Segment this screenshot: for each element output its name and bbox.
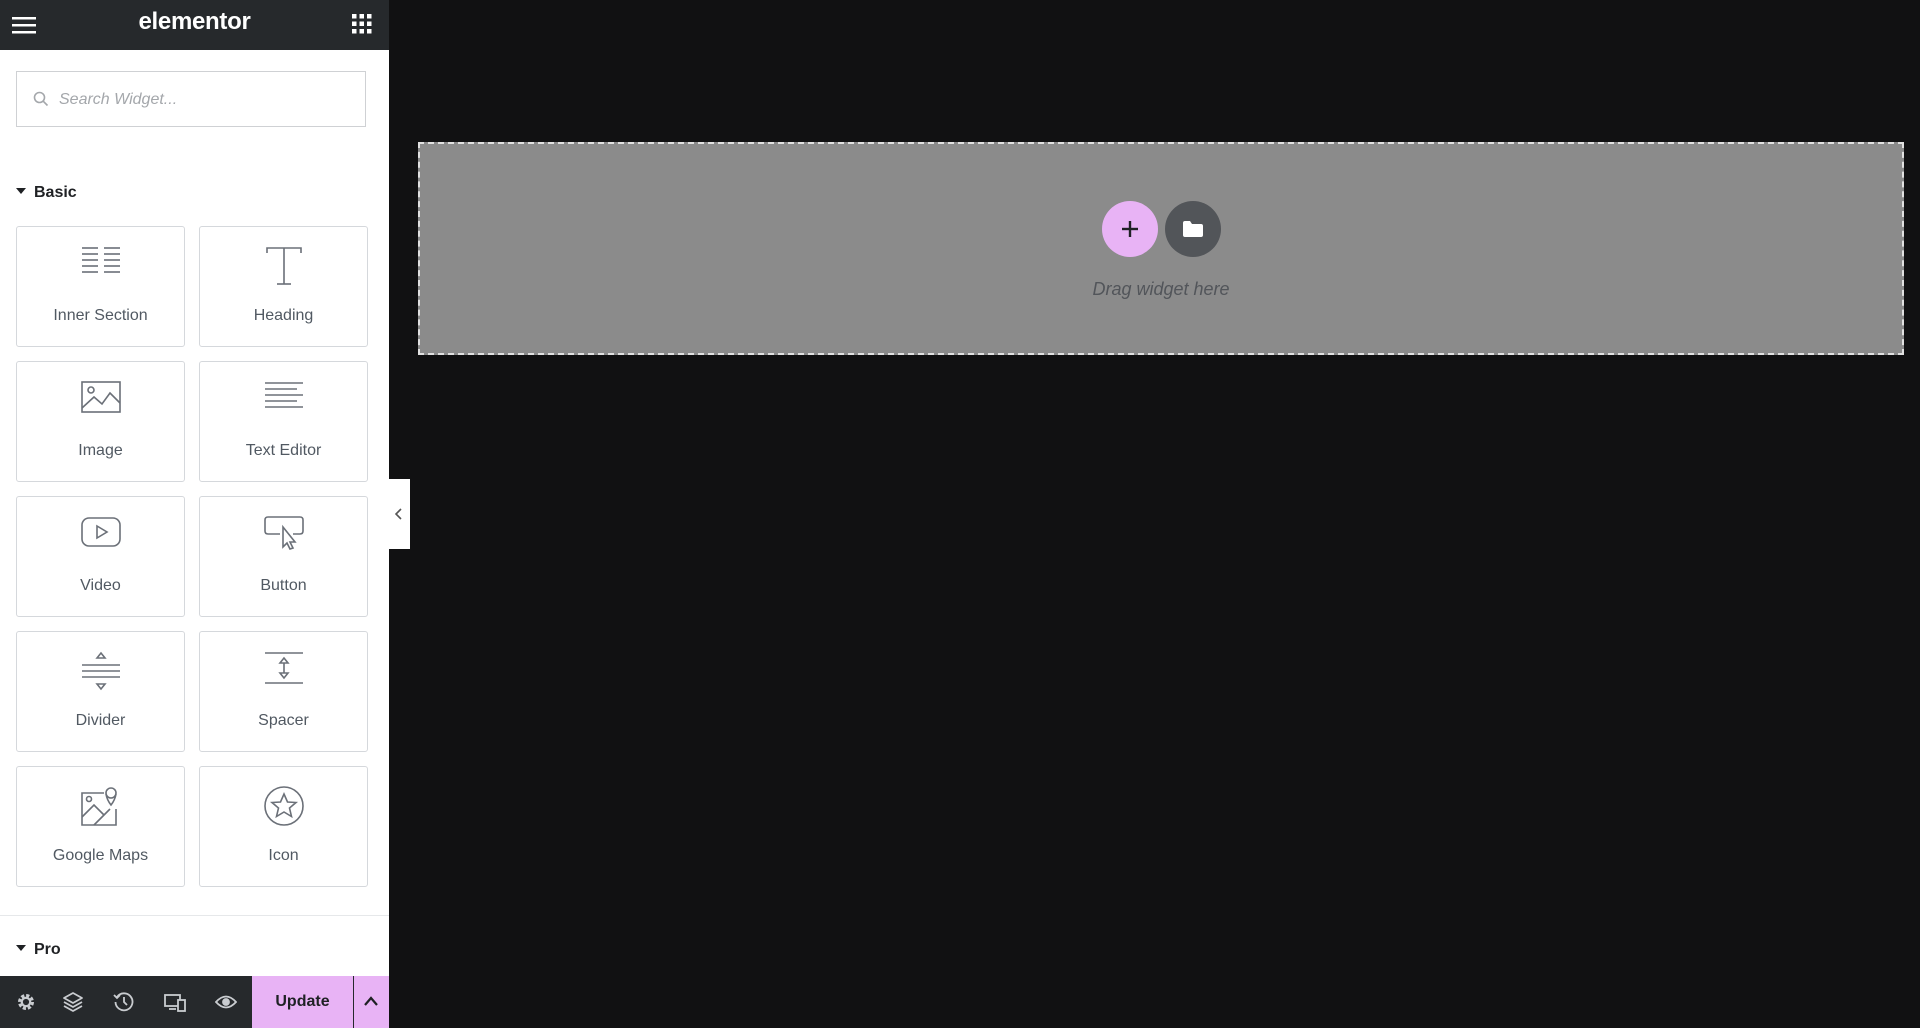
widget-heading[interactable]: Heading: [199, 226, 368, 347]
plus-icon: [1122, 221, 1138, 237]
update-button[interactable]: Update: [252, 976, 353, 1028]
category-basic-toggle[interactable]: Basic: [16, 184, 77, 202]
empty-section-dropzone[interactable]: Drag widget here: [418, 142, 1904, 355]
search-icon: [33, 91, 49, 107]
widgets-grid-icon[interactable]: [351, 13, 373, 35]
widget-video[interactable]: Video: [16, 496, 185, 617]
add-section-button[interactable]: [1102, 201, 1158, 257]
caret-down-icon: [16, 944, 26, 951]
widget-label: Heading: [253, 307, 314, 324]
panel-footer: Update: [0, 976, 389, 1028]
folder-icon: [1183, 221, 1203, 237]
widget-label: Button: [260, 577, 307, 594]
drop-hint-text: Drag widget here: [1092, 279, 1230, 299]
widget-label: Icon: [268, 847, 299, 864]
google-maps-icon: [17, 785, 184, 831]
layers-icon[interactable]: [47, 976, 98, 1028]
widget-label: Image: [78, 442, 123, 459]
spacer-icon: [200, 650, 367, 696]
widget-image[interactable]: Image: [16, 361, 185, 482]
category-basic-label: Basic: [34, 184, 77, 201]
category-divider: [0, 915, 389, 916]
add-template-button[interactable]: [1165, 201, 1221, 257]
widget-divider[interactable]: Divider: [16, 631, 185, 752]
widget-icon[interactable]: Icon: [199, 766, 368, 887]
elementor-logo: elementor: [138, 8, 251, 35]
chevron-up-icon: [364, 996, 378, 1006]
widget-google-maps[interactable]: Google Maps: [16, 766, 185, 887]
widget-inner-section[interactable]: Inner Section: [16, 226, 185, 347]
caret-down-icon: [16, 187, 26, 194]
search-widget-box[interactable]: [16, 71, 366, 128]
widget-text-editor[interactable]: Text Editor: [199, 361, 368, 482]
widget-label: Video: [80, 577, 121, 594]
chevron-left-icon: [394, 508, 402, 520]
inner-section-icon: [17, 245, 184, 291]
image-icon: [17, 380, 184, 426]
widget-label: Spacer: [258, 712, 309, 729]
update-options-toggle[interactable]: [354, 976, 389, 1028]
search-input[interactable]: [57, 72, 361, 128]
widget-label: Inner Section: [53, 307, 148, 324]
history-icon[interactable]: [98, 976, 149, 1028]
video-icon: [17, 515, 184, 561]
button-icon: [200, 515, 367, 561]
widget-label: Text Editor: [245, 442, 322, 459]
divider-icon: [17, 650, 184, 696]
text-editor-icon: [200, 380, 367, 426]
widget-button[interactable]: Button: [199, 496, 368, 617]
widget-label: Google Maps: [52, 847, 149, 864]
gear-icon[interactable]: [0, 976, 51, 1028]
category-pro-label: Pro: [34, 941, 61, 958]
eye-icon[interactable]: [200, 976, 251, 1028]
widget-spacer[interactable]: Spacer: [199, 631, 368, 752]
widget-label: Divider: [75, 712, 126, 729]
panel-header: elementor: [0, 0, 389, 50]
heading-icon: [200, 245, 367, 291]
star-icon: [200, 785, 367, 831]
responsive-icon[interactable]: [149, 976, 200, 1028]
editor-panel: elementor Basic: [0, 0, 389, 1028]
category-pro-toggle[interactable]: Pro: [16, 941, 61, 959]
collapse-panel-toggle[interactable]: [389, 479, 410, 549]
